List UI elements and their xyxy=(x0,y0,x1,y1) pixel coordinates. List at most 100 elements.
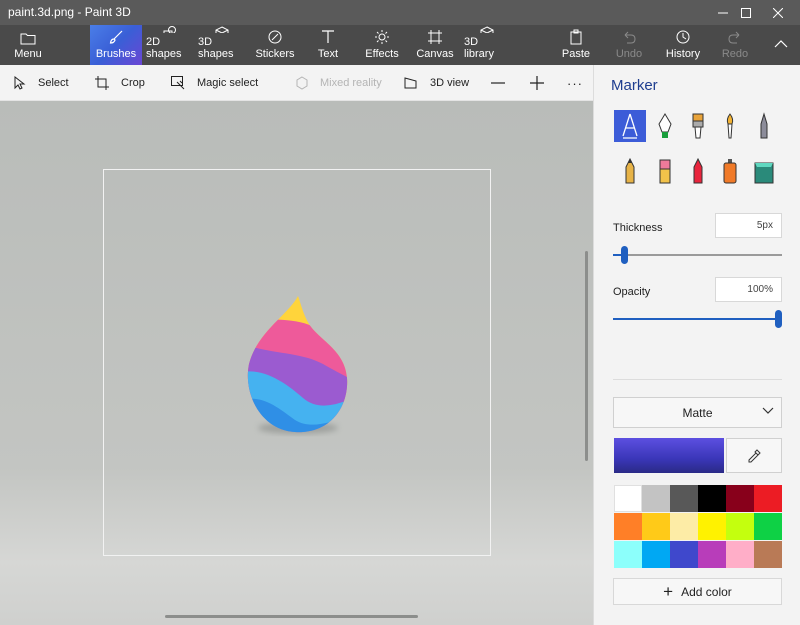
add-color-label: Add color xyxy=(681,584,732,599)
opacity-slider-track[interactable] xyxy=(613,318,782,320)
shapes-2d-icon xyxy=(163,26,176,33)
color-swatch[interactable] xyxy=(642,541,670,568)
oil-brush-icon xyxy=(692,113,704,139)
workspace[interactable] xyxy=(0,101,593,625)
color-swatch[interactable] xyxy=(642,513,670,540)
tab-canvas[interactable]: Canvas xyxy=(415,25,455,65)
redo-label: Redo xyxy=(721,48,749,60)
tab-text[interactable]: Text xyxy=(310,25,346,65)
finish-dropdown[interactable]: Matte xyxy=(613,397,782,428)
brush-panel: Marker Thickness 5px Opacity 100% Matte xyxy=(593,65,800,625)
close-button[interactable] xyxy=(756,0,800,25)
color-swatch[interactable] xyxy=(726,485,754,512)
mixed-reality-icon xyxy=(296,76,308,90)
brush-pixel-pen[interactable] xyxy=(748,110,780,142)
menu-button[interactable]: Menu xyxy=(0,25,56,65)
tab-effects-label: Effects xyxy=(365,48,399,60)
tab-brushes[interactable]: Brushes xyxy=(90,25,142,65)
color-swatch[interactable] xyxy=(642,485,670,512)
crop-tool[interactable]: Crop xyxy=(95,65,145,101)
brush-eraser[interactable] xyxy=(649,155,681,187)
opacity-input[interactable]: 100% xyxy=(715,277,782,302)
collapse-ribbon-button[interactable] xyxy=(768,25,794,65)
thickness-slider-track[interactable] xyxy=(613,254,782,256)
brush-marker[interactable] xyxy=(614,110,646,142)
mixed-reality-label: Mixed reality xyxy=(320,77,382,89)
tab-2d-shapes[interactable]: 2D shapes xyxy=(146,25,194,65)
more-options-button[interactable]: ··· xyxy=(567,65,583,101)
add-color-button[interactable]: + Add color xyxy=(613,578,782,605)
tab-3d-shapes-label: 3D shapes xyxy=(198,36,234,60)
finish-value: Matte xyxy=(682,405,713,420)
zoom-out-button[interactable] xyxy=(491,65,517,101)
view-3d-label: 3D view xyxy=(430,77,470,89)
text-icon xyxy=(322,30,334,43)
paint-3d-logo xyxy=(247,296,348,434)
color-swatch[interactable] xyxy=(670,541,698,568)
history-label: History xyxy=(665,48,701,60)
spray-can-icon xyxy=(723,159,737,184)
close-icon xyxy=(773,7,783,18)
color-swatch[interactable] xyxy=(614,485,642,512)
redo-button[interactable]: Redo xyxy=(720,25,750,65)
brush-crayon[interactable] xyxy=(682,155,714,187)
brush-spray-can[interactable] xyxy=(714,155,746,187)
canvas-icon xyxy=(428,30,442,44)
tab-2d-shapes-label: 2D shapes xyxy=(146,36,182,60)
view-3d-toggle[interactable]: 3D view xyxy=(404,65,469,101)
color-swatch[interactable] xyxy=(614,541,642,568)
brush-watercolor[interactable] xyxy=(714,110,746,142)
mixed-reality-tool[interactable]: Mixed reality xyxy=(296,65,382,101)
color-swatch[interactable] xyxy=(754,541,782,568)
more-icon: ··· xyxy=(567,75,583,91)
paste-button[interactable]: Paste xyxy=(558,25,594,65)
tab-effects[interactable]: Effects xyxy=(362,25,402,65)
cursor-icon xyxy=(14,76,26,90)
select-label: Select xyxy=(38,77,69,89)
color-swatch[interactable] xyxy=(670,485,698,512)
panel-title: Marker xyxy=(611,77,658,94)
color-swatch[interactable] xyxy=(754,513,782,540)
thickness-slider-thumb[interactable] xyxy=(621,246,628,264)
color-swatch[interactable] xyxy=(614,513,642,540)
opacity-slider-thumb[interactable] xyxy=(775,310,782,328)
watercolor-icon xyxy=(726,113,734,139)
opacity-label: Opacity xyxy=(613,286,651,298)
tab-3d-library[interactable]: 3D library xyxy=(464,25,510,65)
magic-select-tool[interactable]: Magic select xyxy=(171,65,258,101)
zoom-in-button[interactable] xyxy=(530,65,556,101)
color-swatch[interactable] xyxy=(698,541,726,568)
folder-icon xyxy=(20,33,36,45)
current-color[interactable] xyxy=(614,438,724,473)
tab-3d-shapes[interactable]: 3D shapes xyxy=(198,25,246,65)
brush-oil[interactable] xyxy=(682,110,714,142)
color-swatch[interactable] xyxy=(754,485,782,512)
brush-fill[interactable] xyxy=(748,155,780,187)
brush-pencil[interactable] xyxy=(614,155,646,187)
vertical-scrollbar[interactable] xyxy=(585,251,588,461)
toolbar: Select Crop Magic select Mixed reality 3… xyxy=(0,65,593,101)
history-button[interactable]: History xyxy=(664,25,702,65)
select-tool[interactable]: Select xyxy=(14,65,69,101)
color-swatch[interactable] xyxy=(726,513,754,540)
brush-calligraphy-pen[interactable] xyxy=(649,110,681,142)
sticker-icon xyxy=(268,30,282,44)
undo-button[interactable]: Undo xyxy=(612,25,646,65)
library-icon xyxy=(480,26,494,33)
tab-canvas-label: Canvas xyxy=(416,48,454,60)
tab-brushes-label: Brushes xyxy=(95,48,137,60)
chevron-down-icon xyxy=(762,407,774,414)
color-swatch[interactable] xyxy=(698,513,726,540)
eyedropper-button[interactable] xyxy=(726,438,782,473)
thickness-input[interactable]: 5px xyxy=(715,213,782,238)
color-swatch[interactable] xyxy=(726,541,754,568)
color-swatch[interactable] xyxy=(698,485,726,512)
sun-icon xyxy=(375,30,389,44)
horizontal-scrollbar[interactable] xyxy=(165,615,418,618)
pencil-icon xyxy=(625,157,635,184)
chevron-up-icon xyxy=(774,39,788,47)
tab-stickers[interactable]: Stickers xyxy=(253,25,297,65)
marker-icon xyxy=(622,113,638,139)
color-swatch[interactable] xyxy=(670,513,698,540)
divider xyxy=(613,379,782,380)
